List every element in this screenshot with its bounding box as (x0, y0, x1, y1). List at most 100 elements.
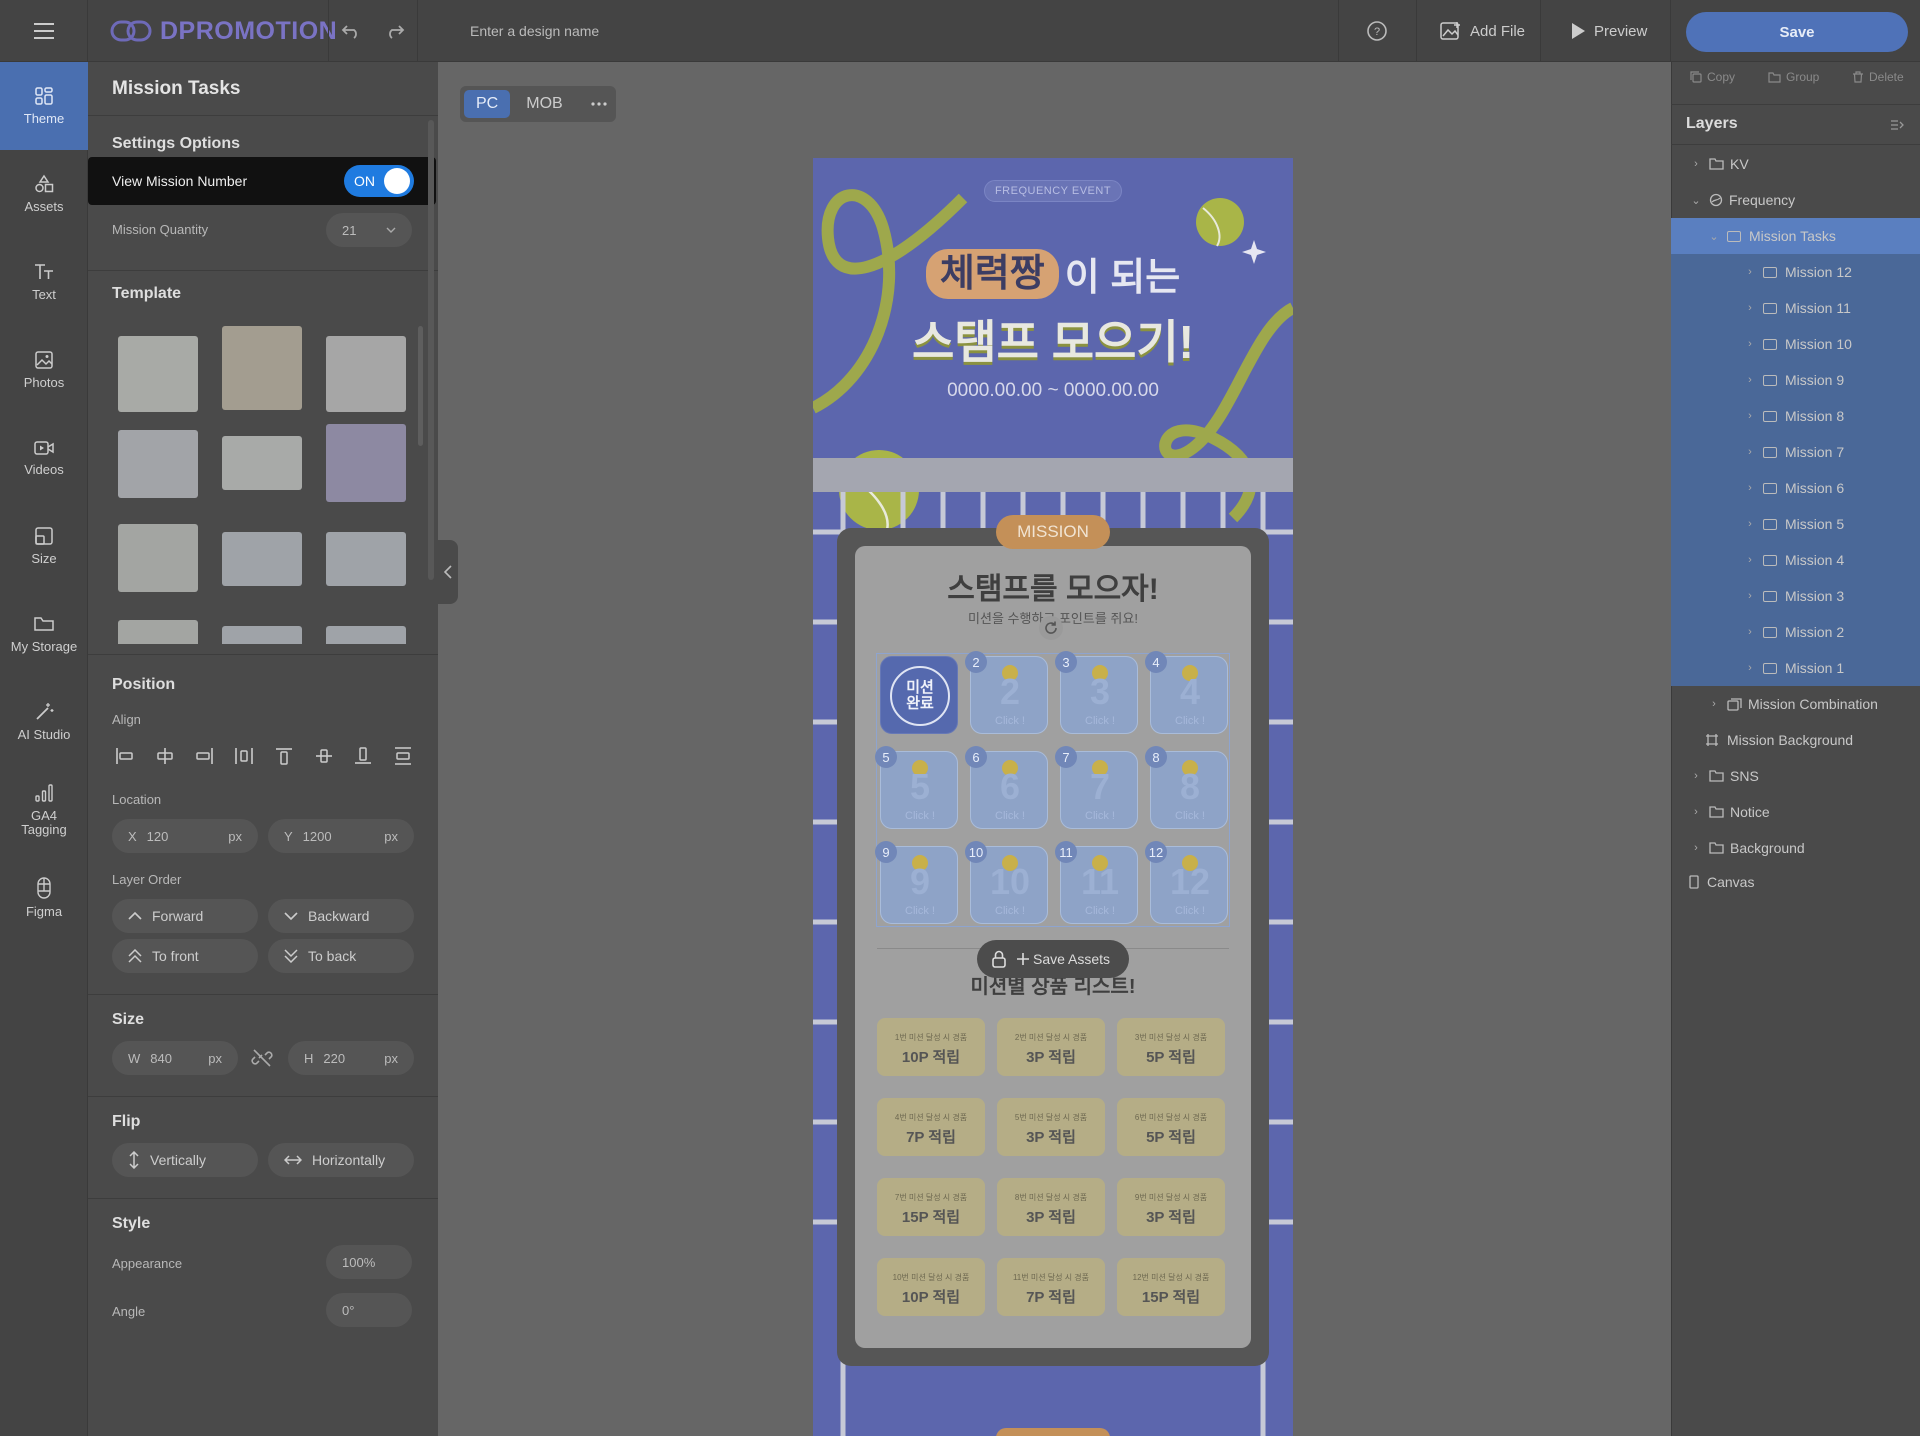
chevron-right-icon[interactable]: › (1743, 626, 1757, 638)
layer-notice[interactable]: › Notice (1671, 794, 1920, 830)
chevron-right-icon[interactable]: › (1707, 698, 1721, 710)
redo-icon[interactable] (385, 23, 405, 39)
design-name-input[interactable]: Enter a design name (470, 0, 599, 62)
aspect-lock-button[interactable] (250, 1046, 274, 1070)
layer-mission-9[interactable]: › Mission 9 (1671, 362, 1920, 398)
align-center-horizontal-icon[interactable] (154, 746, 176, 766)
mission-quantity-select[interactable]: 21 (326, 213, 412, 247)
template-thumb[interactable] (118, 336, 198, 412)
layer-mission-1[interactable]: › Mission 1 (1671, 650, 1920, 686)
mission-cell-4[interactable]: 4 4 Click ! (1145, 651, 1228, 734)
template-thumb[interactable] (222, 532, 302, 586)
align-center-vertical-icon[interactable] (313, 746, 335, 766)
layer-mission-4[interactable]: › Mission 4 (1671, 542, 1920, 578)
align-top-icon[interactable] (273, 746, 295, 766)
mission-cell-6[interactable]: 6 6 Click ! (965, 746, 1048, 829)
template-thumb[interactable] (118, 430, 198, 498)
chevron-right-icon[interactable]: › (1743, 410, 1757, 422)
layer-mission-8[interactable]: › Mission 8 (1671, 398, 1920, 434)
rail-item-ai-studio[interactable]: AI Studio (0, 678, 88, 766)
template-thumb[interactable] (326, 532, 406, 586)
layer-mission-background[interactable]: Mission Background (1671, 722, 1920, 758)
align-left-icon[interactable] (114, 746, 136, 766)
layer-mission-3[interactable]: › Mission 3 (1671, 578, 1920, 614)
forward-button[interactable]: Forward (112, 899, 258, 933)
chevron-right-icon[interactable]: › (1743, 338, 1757, 350)
layer-mission-6[interactable]: › Mission 6 (1671, 470, 1920, 506)
chevron-right-icon[interactable]: › (1743, 518, 1757, 530)
template-scrollbar[interactable] (418, 326, 423, 446)
rail-item-text[interactable]: Text (0, 238, 88, 326)
chevron-right-icon[interactable]: › (1689, 842, 1703, 854)
template-thumb[interactable] (222, 626, 302, 644)
chevron-right-icon[interactable]: › (1743, 446, 1757, 458)
mission-cell-10[interactable]: 10 10 Click ! (965, 841, 1048, 924)
to-front-button[interactable]: To front (112, 939, 258, 973)
chevron-down-icon[interactable]: ⌄ (1707, 230, 1721, 243)
chevron-right-icon[interactable]: › (1743, 302, 1757, 314)
template-thumb[interactable] (326, 626, 406, 644)
layer-mission-7[interactable]: › Mission 7 (1671, 434, 1920, 470)
chevron-right-icon[interactable]: › (1743, 554, 1757, 566)
copy-button[interactable]: Copy (1690, 70, 1735, 84)
chevron-right-icon[interactable]: › (1743, 590, 1757, 602)
template-thumb[interactable] (118, 524, 198, 592)
rail-item-theme[interactable]: Theme (0, 62, 88, 150)
template-thumb[interactable] (326, 424, 406, 502)
mission-cell-8[interactable]: 8 8 Click ! (1145, 746, 1228, 829)
backward-button[interactable]: Backward (268, 899, 414, 933)
rail-item-figma[interactable]: Figma (0, 854, 88, 942)
add-file-button[interactable]: Add File (1440, 0, 1525, 62)
angle-input[interactable]: 0° (326, 1293, 412, 1327)
group-button[interactable]: Group (1768, 70, 1819, 84)
chevron-right-icon[interactable]: › (1743, 482, 1757, 494)
distribute-vertical-icon[interactable] (392, 746, 414, 766)
rail-item-my-storage[interactable]: My Storage (0, 590, 88, 678)
y-input[interactable]: Y 1200 px (268, 819, 414, 853)
rail-item-assets[interactable]: Assets (0, 150, 88, 238)
collapse-layers-button[interactable] (1890, 118, 1904, 136)
layer-mission-tasks[interactable]: ⌄ Mission Tasks (1671, 218, 1920, 254)
mission-cell-1[interactable]: 미션 완료 (880, 656, 958, 734)
save-button[interactable]: Save (1686, 12, 1908, 52)
mission-cell-9[interactable]: 9 9 Click ! (875, 841, 958, 924)
layer-mission-11[interactable]: › Mission 11 (1671, 290, 1920, 326)
template-thumb[interactable] (118, 620, 198, 644)
undo-icon[interactable] (341, 23, 361, 39)
template-thumb[interactable] (222, 326, 302, 410)
appearance-input[interactable]: 100% (326, 1245, 412, 1279)
template-thumb[interactable] (326, 336, 406, 412)
align-right-icon[interactable] (193, 746, 215, 766)
mission-cell-2[interactable]: 2 2 Click ! (965, 651, 1048, 734)
menu-button[interactable] (0, 0, 88, 62)
align-bottom-icon[interactable] (352, 746, 374, 766)
panel-scrollbar[interactable] (428, 120, 434, 580)
chevron-right-icon[interactable]: › (1689, 806, 1703, 818)
layer-sns[interactable]: › SNS (1671, 758, 1920, 794)
more-options-button[interactable] (579, 90, 619, 118)
to-back-button[interactable]: To back (268, 939, 414, 973)
view-mission-number-toggle[interactable]: ON (344, 165, 414, 197)
save-assets-button[interactable]: Save Assets (1017, 951, 1110, 967)
design-canvas[interactable]: FREQUENCY EVENT 체력짱 이 되는 스탬프 모으기! 0000.0… (813, 158, 1293, 1436)
layer-canvas[interactable]: Canvas (1671, 864, 1920, 900)
mission-cell-11[interactable]: 11 11 Click ! (1055, 841, 1138, 924)
layer-background[interactable]: › Background (1671, 830, 1920, 866)
help-button[interactable]: ? (1366, 0, 1388, 62)
layer-mission-5[interactable]: › Mission 5 (1671, 506, 1920, 542)
rail-item-photos[interactable]: Photos (0, 326, 88, 414)
rail-item-ga4-tagging[interactable]: GA4 Tagging (0, 766, 88, 854)
collapse-panel-button[interactable] (438, 540, 458, 604)
chevron-right-icon[interactable]: › (1743, 374, 1757, 386)
layer-mission-10[interactable]: › Mission 10 (1671, 326, 1920, 362)
rail-item-videos[interactable]: Videos (0, 414, 88, 502)
template-thumb[interactable] (222, 436, 302, 490)
height-input[interactable]: H 220 px (288, 1041, 414, 1075)
lock-icon[interactable] (991, 950, 1007, 968)
device-mob-button[interactable]: MOB (514, 90, 574, 118)
chevron-right-icon[interactable]: › (1743, 662, 1757, 674)
distribute-horizontal-icon[interactable] (233, 746, 255, 766)
mission-cell-5[interactable]: 5 5 Click ! (875, 746, 958, 829)
mission-cell-3[interactable]: 3 3 Click ! (1055, 651, 1138, 734)
rotate-handle[interactable] (1039, 616, 1063, 640)
